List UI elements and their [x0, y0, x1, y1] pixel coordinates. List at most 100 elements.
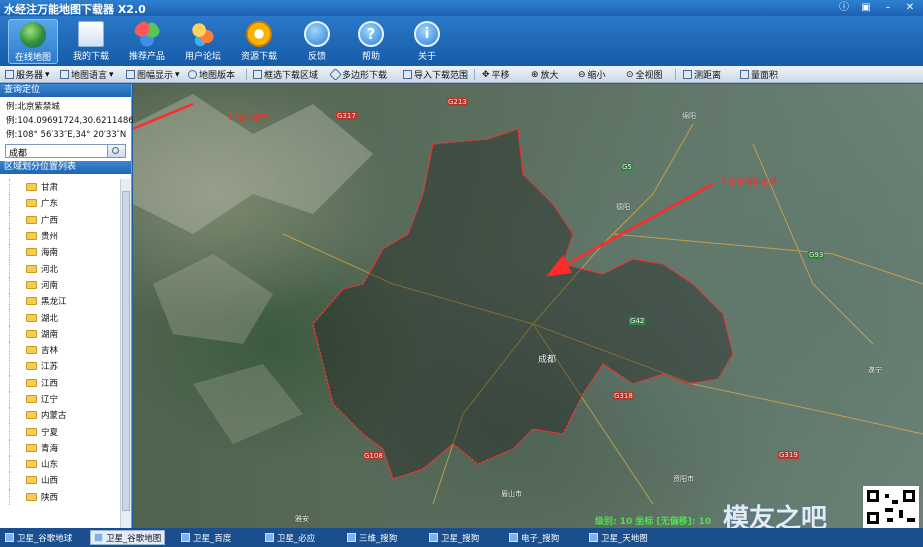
annotation-show-region: 2.显示成都区域 [721, 177, 777, 186]
example-dms-coords: 例:108° 56′33″E,34° 20′33″N [6, 130, 127, 140]
tab-sogou-satellite[interactable]: 卫星_搜狗 [426, 530, 482, 545]
chevron-down-icon: ▾ [109, 69, 114, 80]
map-label: 眉山市 [501, 490, 522, 498]
server-icon [5, 70, 14, 79]
tree-item[interactable]: 贵州 [0, 227, 120, 245]
tab-baidu-satellite[interactable]: 卫星_百度 [178, 530, 234, 545]
zoom-in-button[interactable]: ⊕ 放大 [531, 68, 559, 82]
tree-item[interactable]: 陕西 [0, 488, 120, 506]
tree-item[interactable]: 海南 [0, 244, 120, 261]
toolbar-button-about[interactable]: i 关于 [402, 19, 452, 64]
measure-area-button[interactable]: 量面积 [740, 68, 778, 81]
products-icon [134, 21, 160, 47]
toolbar-button-my-downloads[interactable]: 我的下载 [66, 19, 116, 64]
road-label: G93 [808, 251, 825, 259]
map-label: 德阳 [616, 203, 630, 211]
map-version-button[interactable]: 地图版本 [188, 68, 235, 81]
toolbar-button-help[interactable]: ? 帮助 [346, 19, 396, 64]
tree-item[interactable]: 湖南 [0, 325, 120, 343]
tree-item[interactable]: 甘肃 [0, 179, 120, 196]
map-language-dropdown[interactable]: 地图语言 ▾ [60, 68, 114, 81]
toolbar-button-forum[interactable]: 用户论坛 [178, 19, 228, 64]
toolbar-button-products[interactable]: 推荐产品 [122, 19, 172, 64]
feedback-icon [304, 21, 330, 47]
scrollbar-thumb[interactable] [122, 191, 130, 511]
forum-icon [190, 21, 216, 47]
restore-icon[interactable]: ▣ [859, 1, 873, 14]
tree-item[interactable]: 江西 [0, 374, 120, 392]
tab-google-earth-satellite[interactable]: 卫星_谷歌地球 [2, 530, 75, 545]
toolbar-button-online-map[interactable]: 在线地图 [8, 19, 58, 64]
full-view-button[interactable]: ⊙ 全视图 [626, 68, 663, 82]
tree-item[interactable]: 广西 [0, 211, 120, 229]
folder-icon [26, 183, 37, 192]
measure-distance-button[interactable]: 测距离 [683, 68, 721, 81]
tree-item[interactable]: 吉林 [0, 341, 120, 359]
full-view-icon: ⊙ [626, 69, 634, 80]
tree-item[interactable]: 湖北 [0, 309, 120, 326]
search-input[interactable]: 成都 [9, 146, 27, 159]
close-icon[interactable]: ✕ [903, 1, 917, 14]
map-label: 雅安 [295, 515, 309, 523]
folder-icon [26, 476, 37, 485]
tree-item[interactable]: 青海 [0, 439, 120, 457]
road-label: G319 [778, 451, 799, 459]
window-title: 水经注万能地图下载器 X2.0 [4, 3, 146, 16]
map-overlay [133, 94, 923, 505]
road-label: G108 [363, 452, 384, 460]
tab-sogou-3d[interactable]: 三维_搜狗 [344, 530, 400, 545]
tree-item[interactable]: 宁夏 [0, 423, 120, 441]
polygon-download-button[interactable]: 多边形下载 [329, 68, 387, 81]
server-dropdown[interactable]: 服务器 ▾ [5, 68, 50, 81]
tab-sogou-electronic[interactable]: 电子_搜狗 [506, 530, 562, 545]
query-header: 查询定位 [0, 84, 131, 97]
tab-google-maps-satellite[interactable]: 卫星_谷歌地图 [90, 530, 166, 545]
tree-scrollbar[interactable] [120, 179, 131, 528]
box-select-download-button[interactable]: 框选下载区域 [253, 68, 318, 81]
folder-icon [26, 199, 37, 208]
map-source-icon [265, 533, 274, 542]
folder-icon [26, 460, 37, 469]
tab-bing-satellite[interactable]: 卫星_必应 [262, 530, 318, 545]
tree-item[interactable]: 河北 [0, 260, 120, 278]
map-view[interactable]: 1.输入城市 2.显示成都区域 绵阳 德阳 成都 资阳市 眉山市 雅安 遂宁 G… [133, 84, 923, 528]
tab-tianditu-satellite[interactable]: 卫星_天地图 [586, 530, 651, 545]
folder-icon [26, 378, 37, 387]
toolbar-button-feedback[interactable]: 反馈 [292, 19, 342, 64]
tree-item[interactable]: 内蒙古 [0, 407, 120, 424]
zoom-out-button[interactable]: ⊖ 缩小 [578, 68, 606, 82]
region-list-header: 区域划分位置列表 [0, 161, 131, 174]
ruler-icon [683, 70, 692, 79]
search-box: 成都 [5, 144, 126, 159]
map-source-icon [94, 533, 103, 542]
tree-item[interactable]: 山西 [0, 472, 120, 489]
minimize-icon[interactable]: – [881, 1, 895, 14]
tree-item[interactable]: 广东 [0, 195, 120, 212]
toolbar-button-resources[interactable]: 资源下载 [234, 19, 284, 64]
road-label: G5 [621, 163, 633, 171]
about-icon: i [414, 21, 440, 47]
tree-item[interactable]: 黑龙江 [0, 293, 120, 310]
map-label: 成都 [538, 355, 557, 365]
folder-icon [26, 215, 37, 224]
folder-icon [26, 492, 37, 501]
tree-item[interactable]: 辽宁 [0, 390, 120, 408]
folder-icon [26, 411, 37, 420]
resource-icon [246, 21, 272, 47]
info-icon[interactable]: ⓘ [837, 1, 851, 14]
tree-item[interactable]: 山东 [0, 456, 120, 473]
map-source-icon [5, 533, 14, 542]
search-button[interactable] [107, 145, 125, 157]
folder-icon [26, 248, 37, 257]
tree-item[interactable]: 河南 [0, 276, 120, 294]
sheet-display-dropdown[interactable]: 图幅显示 ▾ [126, 68, 180, 81]
folder-icon [26, 395, 37, 403]
map-tools-toolbar: 服务器 ▾ 地图语言 ▾ 图幅显示 ▾ 地图版本 框选下载区域 多边形下载 导入下载范… [0, 66, 923, 83]
map-label: 遂宁 [868, 366, 882, 374]
import-range-button[interactable]: 导入下载范围 [403, 68, 468, 81]
example-decimal-coords: 例:104.09691724,30.62114865 [6, 116, 140, 126]
tree-item[interactable]: 江苏 [0, 358, 120, 375]
pan-button[interactable]: ✥ 平移 [482, 68, 510, 82]
language-icon [60, 70, 69, 79]
annotation-input-city: 1.输入城市 [228, 113, 268, 122]
